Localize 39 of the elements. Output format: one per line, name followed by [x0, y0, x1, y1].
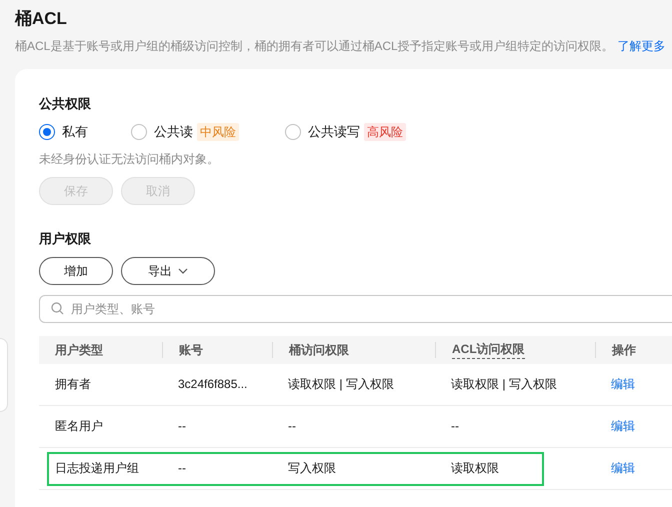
chevron-down-icon: [178, 268, 188, 274]
hint-text: 未经身份认证无法访问桶内对象。: [39, 150, 220, 168]
column-header: ACL访问权限: [452, 340, 525, 359]
column-header: 操作: [612, 342, 636, 358]
edit-link[interactable]: 编辑: [611, 461, 635, 475]
radio-button[interactable]: [285, 124, 301, 140]
section-heading: 公共权限: [39, 95, 92, 113]
table-cell: 读取权限 | 写入权限: [288, 377, 394, 391]
learn-more-link[interactable]: 了解更多: [618, 37, 666, 55]
table-cell: --: [178, 461, 186, 475]
table-cell: 拥有者: [55, 377, 91, 391]
column-header: 桶访问权限: [289, 342, 349, 358]
radio-label: 公共读: [154, 123, 193, 141]
table-cell: 匿名用户: [55, 419, 103, 433]
export-dropdown[interactable]: 导出: [121, 256, 215, 284]
radio-button[interactable]: [131, 124, 147, 140]
edit-link[interactable]: 编辑: [611, 377, 635, 391]
column-header: 用户类型: [55, 342, 103, 358]
column-header: 账号: [179, 342, 203, 358]
table-cell: --: [451, 419, 459, 433]
table-cell: 读取权限: [451, 461, 499, 475]
radio-label: 公共读写: [308, 123, 360, 141]
search-field[interactable]: 用户类型、账号: [39, 294, 672, 322]
search-icon: [51, 302, 64, 314]
radio-button[interactable]: [39, 124, 55, 140]
table-cell: 3c24f6f885...: [178, 377, 248, 391]
table-cell: 读取权限 | 写入权限: [451, 377, 557, 391]
edit-link[interactable]: 编辑: [611, 419, 635, 433]
page-title: 桶ACL: [15, 8, 68, 30]
table-cell: --: [288, 419, 296, 433]
radio-label: 私有: [62, 123, 88, 141]
table-cell: 写入权限: [288, 461, 336, 475]
add-button[interactable]: 增加: [39, 256, 113, 284]
table-cell: --: [178, 419, 186, 433]
risk-tag: 中风险: [197, 122, 239, 141]
section-heading: 用户权限: [39, 230, 92, 248]
description: 桶ACL是基于账号或用户组的桶级访问控制，桶的拥有者可以通过桶ACL授予指定账号或用户组特定的访问权限。: [15, 38, 614, 55]
risk-tag: 高风险: [364, 122, 406, 141]
table-cell: 日志投递用户组: [55, 461, 139, 475]
